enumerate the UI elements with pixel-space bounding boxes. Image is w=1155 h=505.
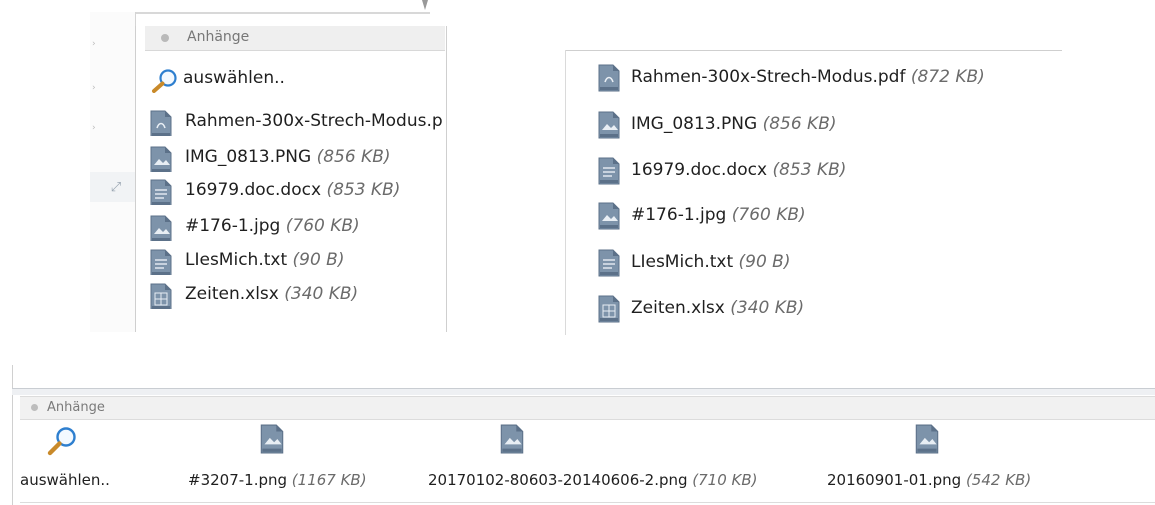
attachments-title: Anhänge bbox=[47, 400, 105, 415]
file-name: #3207-1.png (1167 KB) bbox=[188, 471, 367, 489]
file-name: IMG_0813.PNG (856 KB) bbox=[631, 114, 837, 134]
scroll-arrow-icon[interactable] bbox=[422, 0, 428, 10]
select-files-link[interactable]: auswählen.. bbox=[150, 67, 442, 93]
select-files-link[interactable]: auswählen.. bbox=[20, 424, 140, 498]
file-name: IMG_0813.PNG (856 KB) bbox=[185, 147, 391, 167]
document-file-icon bbox=[150, 179, 172, 205]
file-size: (90 B) bbox=[738, 252, 791, 272]
image-file-icon bbox=[598, 111, 620, 139]
pdf-file-icon bbox=[598, 64, 620, 92]
top-divider bbox=[90, 12, 430, 14]
pdf-file-icon bbox=[150, 110, 172, 136]
image-file-icon bbox=[500, 424, 524, 458]
attachments-header[interactable]: Anhänge bbox=[145, 26, 445, 51]
document-file-icon bbox=[598, 157, 620, 185]
spreadsheet-file-icon bbox=[598, 295, 620, 323]
attachment-list-item[interactable]: LIesMich.txt (90 B) bbox=[150, 249, 442, 275]
file-size: (760 KB) bbox=[731, 205, 806, 225]
file-name: Zeiten.xlsx (340 KB) bbox=[185, 284, 359, 304]
file-name: LIesMich.txt (90 B) bbox=[631, 252, 791, 272]
attachment-list-item[interactable]: Rahmen-300x-Strech-Modus.pdf bbox=[150, 110, 442, 136]
select-files-label: auswählen.. bbox=[183, 68, 285, 88]
chevron-right-icon: › bbox=[92, 39, 96, 49]
chevron-right-icon: › bbox=[92, 123, 96, 133]
image-file-icon bbox=[260, 424, 284, 458]
collapse-dot-icon bbox=[31, 404, 38, 411]
file-size: (1167 KB) bbox=[291, 471, 367, 489]
chevron-right-icon: › bbox=[92, 83, 96, 93]
select-files-label: auswählen.. bbox=[20, 471, 110, 489]
image-file-icon bbox=[915, 424, 939, 458]
image-file-icon bbox=[598, 202, 620, 230]
expand-icon[interactable]: ⤢ bbox=[104, 178, 128, 198]
file-name: 20170102-80603-20140606-2.png (710 KB) bbox=[428, 471, 758, 489]
left-divider bbox=[565, 50, 566, 335]
file-size: (760 KB) bbox=[285, 216, 360, 236]
file-size: (340 KB) bbox=[284, 284, 359, 304]
file-size: (710 KB) bbox=[692, 471, 758, 489]
text-file-icon bbox=[598, 249, 620, 277]
collapse-dot-icon bbox=[161, 34, 169, 42]
bottom-divider bbox=[20, 502, 1155, 503]
file-name: 16979.doc.docx (853 KB) bbox=[631, 160, 847, 180]
file-name: 16979.doc.docx (853 KB) bbox=[185, 180, 401, 200]
attachments-title: Anhänge bbox=[187, 29, 250, 45]
spreadsheet-file-icon bbox=[150, 283, 172, 309]
left-divider bbox=[12, 365, 13, 505]
file-name: LIesMich.txt (90 B) bbox=[185, 250, 345, 270]
file-size: (853 KB) bbox=[772, 160, 847, 180]
file-name: Rahmen-300x-Strech-Modus.pdf (872 KB) bbox=[631, 67, 985, 87]
magnifier-icon bbox=[45, 426, 79, 460]
toolbar-strip bbox=[12, 388, 1155, 395]
file-size: (340 KB) bbox=[730, 298, 805, 318]
attachment-list-item[interactable]: Zeiten.xlsx (340 KB) bbox=[150, 283, 442, 309]
attachment-list-item[interactable]: IMG_0813.PNG (856 KB) bbox=[150, 146, 442, 172]
attachments-header[interactable]: Anhänge bbox=[20, 396, 1155, 420]
file-size: (856 KB) bbox=[762, 114, 837, 134]
file-size: (90 B) bbox=[292, 250, 345, 270]
file-name: #176-1.jpg (760 KB) bbox=[185, 216, 360, 236]
image-file-icon bbox=[150, 146, 172, 172]
file-size: (853 KB) bbox=[326, 180, 401, 200]
file-size: (542 KB) bbox=[965, 471, 1032, 489]
file-size: (872 KB) bbox=[910, 67, 985, 87]
image-file-icon bbox=[150, 215, 172, 241]
file-size: (856 KB) bbox=[316, 147, 391, 167]
attachment-list-item[interactable]: 16979.doc.docx (853 KB) bbox=[150, 179, 442, 205]
file-name: Zeiten.xlsx (340 KB) bbox=[631, 298, 805, 318]
file-name: Rahmen-300x-Strech-Modus.pdf bbox=[185, 111, 442, 131]
magnifier-icon bbox=[150, 68, 180, 93]
text-file-icon bbox=[150, 249, 172, 275]
attachment-list-item[interactable]: #176-1.jpg (760 KB) bbox=[150, 215, 442, 241]
file-name: 20160901-01.png (542 KB) bbox=[827, 471, 1032, 489]
top-divider bbox=[565, 50, 1062, 51]
file-name: #176-1.jpg (760 KB) bbox=[631, 205, 806, 225]
